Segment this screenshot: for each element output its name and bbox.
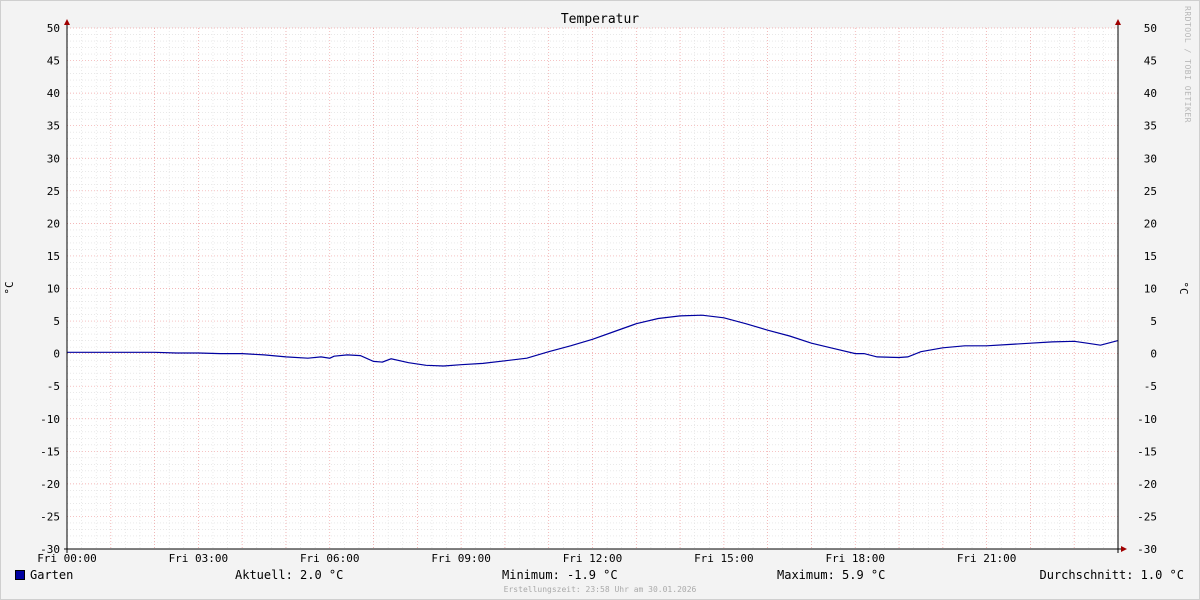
y-tick-label-right: 35 (1144, 120, 1157, 133)
y-tick-label-right: 15 (1144, 250, 1157, 263)
y-axis-right-arrow-icon (1115, 19, 1121, 25)
y-tick-labels: 50454035302520151050-5-10-15-20-25-30 (40, 22, 60, 556)
y-tick-label: 40 (47, 87, 60, 100)
y-tick-label-right: 50 (1144, 22, 1157, 35)
y-axis-arrow-icon (64, 19, 70, 25)
y-tick-label: -25 (40, 510, 60, 523)
y-tick-label: 50 (47, 22, 60, 35)
y-axis-label: °C (3, 281, 16, 294)
y-tick-label: 45 (47, 55, 60, 68)
y-tick-label-right: -25 (1137, 510, 1157, 523)
y-tick-label-right: -5 (1144, 380, 1157, 393)
y-tick-label: 30 (47, 152, 60, 165)
stat-average: Durchschnitt: 1.0 °C (1039, 568, 1185, 582)
y-tick-label-right: -30 (1137, 543, 1157, 556)
creation-time: Erstellungszeit: 23:58 Uhr am 30.01.2026 (503, 585, 697, 594)
stat-maximum: Maximum: 5.9 °C (777, 568, 886, 582)
x-axis-arrow-icon (1121, 546, 1127, 552)
temperature-chart: 50454035302520151050-5-10-15-20-25-30 50… (3, 12, 1190, 565)
y-tick-label: 35 (47, 120, 60, 133)
stat-minimum: Minimum: -1.9 °C (502, 568, 618, 582)
y-tick-label: -20 (40, 478, 60, 491)
x-tick-label: Fri 09:00 (431, 552, 491, 565)
y-tick-label-right: -15 (1137, 445, 1157, 458)
y-tick-label: 20 (47, 217, 60, 230)
y-tick-label: -5 (47, 380, 60, 393)
y-tick-labels-right: 50454035302520151050-5-10-15-20-25-30 (1137, 22, 1157, 556)
y-tick-label-right: 45 (1144, 55, 1157, 68)
y-tick-label-right: 5 (1150, 315, 1157, 328)
y-tick-label-right: 20 (1144, 217, 1157, 230)
y-tick-label: 15 (47, 250, 60, 263)
y-tick-label: -10 (40, 413, 60, 426)
y-tick-label: 0 (53, 348, 60, 361)
y-tick-label: 25 (47, 185, 60, 198)
x-tick-label: Fri 18:00 (825, 552, 885, 565)
y-tick-label: 5 (53, 315, 60, 328)
legend-swatch (15, 570, 25, 580)
y-tick-label: -15 (40, 445, 60, 458)
x-tick-label: Fri 21:00 (957, 552, 1017, 565)
y-tick-label-right: 10 (1144, 283, 1157, 296)
rrdtool-watermark: RRDTOOL / TOBI OETIKER (1183, 6, 1192, 123)
y-tick-label: 10 (47, 283, 60, 296)
x-tick-label: Fri 06:00 (300, 552, 360, 565)
x-tick-labels: Fri 00:00 Fri 03:00 Fri 06:00 Fri 09:00 Fri … (37, 552, 1016, 565)
x-tick-label: Fri 03:00 (169, 552, 229, 565)
y-tick-label-right: 30 (1144, 152, 1157, 165)
y-tick-label-right: 0 (1150, 348, 1157, 361)
y-tick-label-right: 40 (1144, 87, 1157, 100)
chart-title: Temperatur (561, 12, 639, 27)
x-tick-label: Fri 12:00 (563, 552, 623, 565)
stat-current: Aktuell: 2.0 °C (235, 568, 344, 582)
y-axis-label-right: °C (1177, 281, 1190, 294)
y-tick-label-right: 25 (1144, 185, 1157, 198)
x-tick-label: Fri 15:00 (694, 552, 754, 565)
y-tick-label-right: -20 (1137, 478, 1157, 491)
y-tick-label-right: -10 (1137, 413, 1157, 426)
legend-label: Garten (30, 568, 74, 582)
x-tick-label: Fri 00:00 (37, 552, 97, 565)
